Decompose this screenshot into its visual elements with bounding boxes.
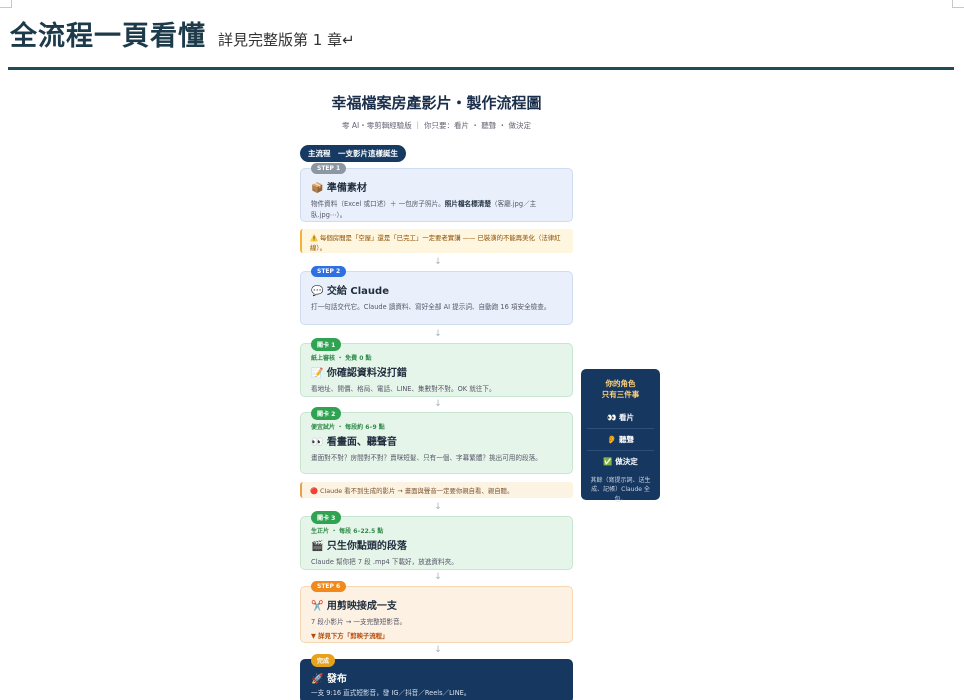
- flow-arrow: ↓: [434, 399, 442, 409]
- your-role-panel: 你的角色 只有三件事 👀 看片 👂 聽聲 ✅ 做決定 其餘（寫提示詞、送生成、記…: [581, 369, 660, 503]
- publish-text: 一支 9:16 直式短影音，發 IG／抖音／Reels／LINE。: [311, 689, 471, 697]
- flowchart-caption: 零 AI・零剪輯經驗版 ｜ 你只要：看片 ・ 聽聲 ・ 做決定: [341, 121, 532, 130]
- flow-arrow: ↓: [434, 329, 442, 339]
- gate-1-title: 📝 你確認資料沒打錯: [311, 368, 407, 379]
- step-1-badge: STEP 1: [311, 163, 347, 174]
- role-item-listen: 👂 聽聲: [587, 429, 654, 451]
- publish-card: 完成 🚀 發布 一支 9:16 直式短影音，發 IG／抖音／Reels／LINE…: [300, 654, 573, 700]
- gate-1-badge: 關卡 1: [311, 338, 342, 351]
- gate-2-kicker: 便宜試片 ・ 每段約 6–9 點: [311, 424, 385, 431]
- publish-title: 🚀 發布: [311, 674, 347, 685]
- role-list: 👀 看片 👂 聽聲 ✅ 做決定: [587, 407, 654, 472]
- step-2-badge: STEP 2: [311, 266, 347, 277]
- gate-3-title: 🎬 只生你點頭的段落: [311, 541, 407, 552]
- gate-2-title: 👀 看畫面、聽聲音: [311, 437, 397, 448]
- step-6-title: ✂️ 用剪映接成一支: [311, 601, 397, 612]
- step-6-text: 7 段小影片 → 一支完整短影音。: [311, 618, 407, 626]
- gate-3-badge: 關卡 3: [311, 511, 342, 524]
- step-6-badge: STEP 6: [311, 581, 347, 592]
- role-item-decide: ✅ 做決定: [603, 456, 638, 466]
- flow-arrow: ↓: [434, 645, 442, 655]
- step-1-card: STEP 1 📦 準備素材 物件資料（Excel 或口述）＋ 一包房子照片。照片…: [300, 163, 573, 222]
- step-2-card: STEP 2 💬 交給 Claude 打一句話交代它。Claude 讀資料、寫好…: [300, 266, 573, 325]
- gate-2-badge: 關卡 2: [311, 407, 342, 420]
- flowchart: 幸福檔案房產影片・製作流程圖 零 AI・零剪輯經驗版 ｜ 你只要：看片 ・ 聽聲…: [300, 92, 660, 700]
- flow-arrow: ↓: [434, 572, 442, 582]
- page-corner-mark-left: [0, 0, 12, 8]
- gate-3-text: Claude 幫你把 7 段 .mp4 下載好，放進資料夾。: [311, 558, 458, 566]
- step-6-card: STEP 6 ✂️ 用剪映接成一支 7 段小影片 → 一支完整短影音。 ▼ 詳見…: [300, 581, 573, 643]
- empty-house-warning: ⚠️ 每個房間是「空屋」還是「已完工」一定要老實講 —— 已裝潢的不能再美化（法…: [300, 229, 573, 253]
- document-header: 全流程一頁看懂 詳見完整版第 1 章↵: [10, 14, 355, 53]
- flowchart-title: 幸福檔案房產影片・製作流程圖: [331, 94, 542, 112]
- role-panel-footer: 其餘（寫提示詞、送生成、記帳）Claude 全包。: [590, 476, 651, 503]
- gate-1-card: 關卡 1 紙上審核 ・ 免費 0 點 📝 你確認資料沒打錯 看地址、開價、格局、…: [300, 338, 573, 397]
- step-1-title: 📦 準備素材: [311, 183, 367, 194]
- gate-1-kicker: 紙上審核 ・ 免費 0 點: [311, 355, 372, 362]
- gate-3-kicker: 生正片 ・ 每段 6–22.5 點: [311, 528, 384, 535]
- capcut-subflow-link[interactable]: ▼ 詳見下方「剪映子流程」: [311, 631, 562, 640]
- flow-arrow: ↓: [434, 257, 442, 267]
- claude-cannot-see-note: 🔴 Claude 看不到生成的影片 → 畫面與聲音一定要你親自看、親自聽。: [300, 482, 573, 498]
- gate-2-text: 畫面對不對？房間對不對？賣咪短髮、只有一個、字幕繁體？挑出可用的段落。: [311, 454, 542, 462]
- document-title: 全流程一頁看懂: [10, 21, 206, 52]
- flow-arrow: ↓: [434, 502, 442, 512]
- role-item-watch: 👀 看片: [587, 407, 654, 429]
- header-divider: [8, 67, 954, 70]
- gate-3-card: 關卡 3 生正片 ・ 每段 6–22.5 點 🎬 只生你點頭的段落 Claude…: [300, 511, 573, 570]
- step-2-text: 打一句話交代它。Claude 讀資料、寫好全部 AI 提示詞、自動跑 16 項安…: [311, 303, 551, 311]
- publish-badge: 完成: [311, 654, 336, 667]
- page-corner-mark-right: [952, 0, 964, 8]
- gate-2-card: 關卡 2 便宜試片 ・ 每段約 6–9 點 👀 看畫面、聽聲音 畫面對不對？房間…: [300, 407, 573, 474]
- step-2-title: 💬 交給 Claude: [311, 286, 389, 297]
- gate-1-text: 看地址、開價、格局、電話、LINE、集數對不對。OK 就往下。: [311, 385, 496, 393]
- document-subtitle: 詳見完整版第 1 章↵: [218, 31, 355, 49]
- step-1-text: 物件資料（Excel 或口述）＋ 一包房子照片。照片檔名標清楚（客廳.jpg／主…: [311, 200, 537, 219]
- role-panel-title: 你的角色 只有三件事: [601, 379, 640, 400]
- main-flow-label: 主流程 一支影片這樣誕生: [300, 145, 406, 162]
